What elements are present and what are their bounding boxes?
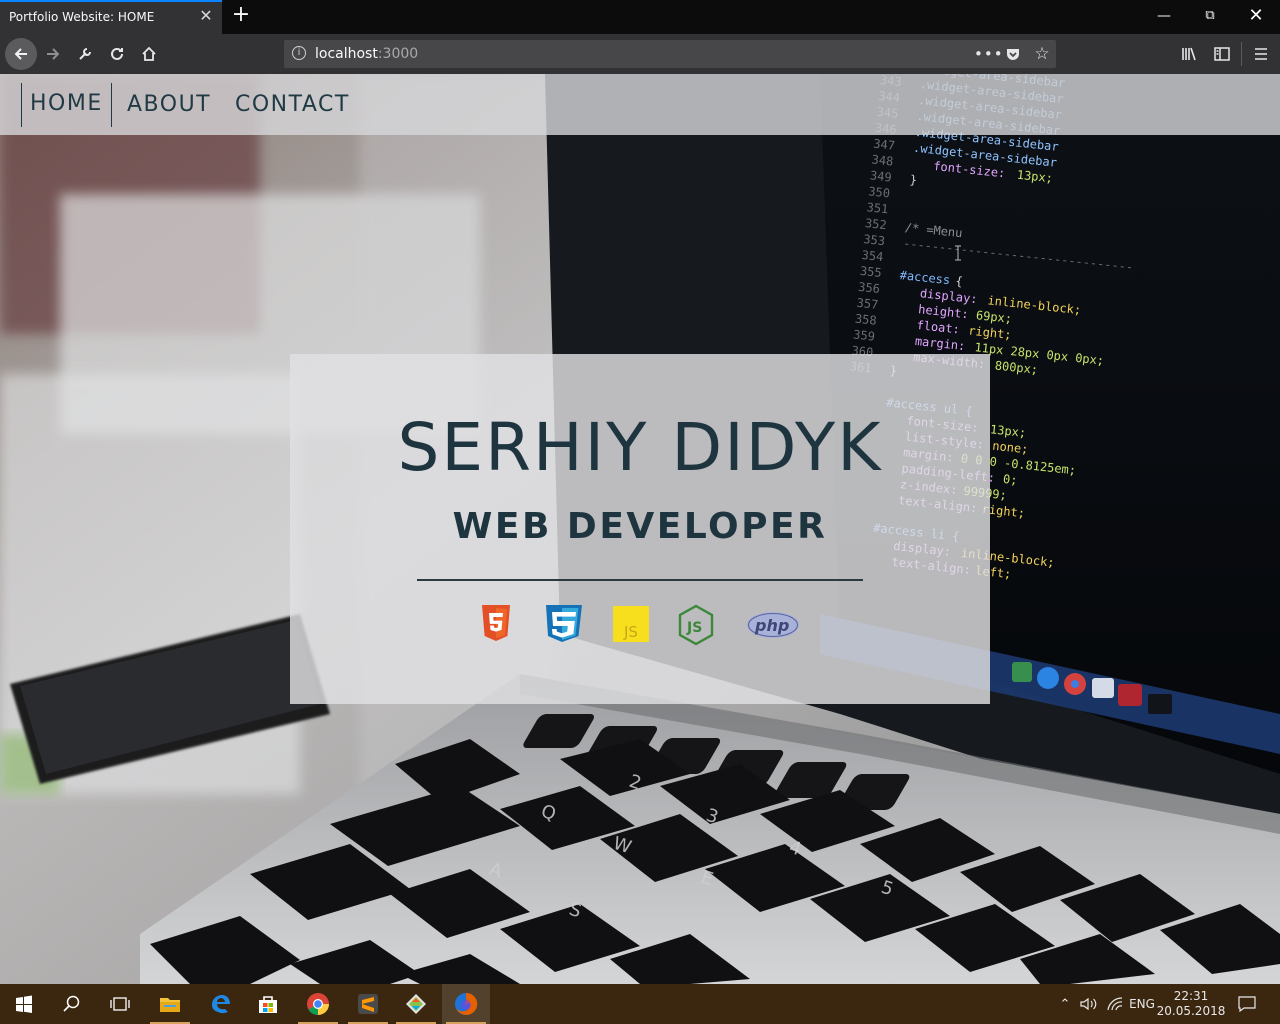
browser-tab-bar: Portfolio Website: HOME ✕ + — ⧉ ✕ <box>0 0 1280 34</box>
tab-title: Portfolio Website: HOME <box>9 10 155 24</box>
url-text[interactable]: localhost:3000 <box>315 46 418 62</box>
bookmark-star-icon[interactable]: ☆ <box>1030 42 1054 66</box>
svg-text:JS: JS <box>686 620 702 636</box>
svg-text:356: 356 <box>858 280 881 296</box>
site-navigation: HOME ABOUT CONTACT <box>0 74 1280 135</box>
clock-date: 20.05.2018 <box>1156 1004 1226 1018</box>
firefox-icon[interactable] <box>442 984 490 1024</box>
sidebar-icon[interactable] <box>1207 39 1237 69</box>
nodejs-icon: JS <box>678 604 714 646</box>
svg-text:359: 359 <box>853 327 876 343</box>
hero-role: WEB DEVELOPER <box>452 506 828 547</box>
url-bar[interactable]: i localhost:3000 ••• ☆ <box>284 40 1056 68</box>
nav-link-contact[interactable]: CONTACT <box>235 92 350 117</box>
sublime-icon[interactable] <box>344 984 392 1024</box>
volume-icon[interactable] <box>1078 984 1100 1024</box>
windows-taskbar: ⌃ ENG 22:31 20.05.2018 <box>0 984 1280 1024</box>
language-indicator[interactable]: ENG <box>1127 984 1157 1024</box>
svg-text:350: 350 <box>868 184 891 200</box>
svg-text:347: 347 <box>873 137 896 153</box>
store-icon[interactable] <box>244 984 292 1024</box>
html5-icon <box>482 605 510 641</box>
svg-text:349: 349 <box>869 168 892 184</box>
nav-link-home[interactable]: HOME <box>21 83 112 127</box>
svg-text:352: 352 <box>864 216 887 232</box>
nav-link-about[interactable]: ABOUT <box>127 92 211 117</box>
browser-toolbar: i localhost:3000 ••• ☆ <box>0 34 1280 74</box>
css3-icon <box>546 605 582 642</box>
svg-text:353: 353 <box>863 232 886 248</box>
minimize-button[interactable]: — <box>1141 0 1187 34</box>
svg-text:JS: JS <box>623 623 638 641</box>
action-center-icon[interactable] <box>1232 984 1262 1024</box>
svg-text:php: php <box>754 616 789 635</box>
svg-text:}: } <box>909 173 918 188</box>
javascript-icon: JS <box>613 606 649 642</box>
hero-card: SERHIY DIDYK WEB DEVELOPER JS JS php <box>290 354 990 704</box>
back-button[interactable] <box>5 38 37 70</box>
task-view-icon[interactable] <box>96 984 144 1024</box>
clock[interactable]: 22:31 20.05.2018 <box>1157 984 1226 1024</box>
svg-text:0;: 0; <box>1002 472 1018 487</box>
restore-button[interactable]: ⧉ <box>1187 0 1233 34</box>
edge-icon[interactable] <box>196 984 244 1024</box>
hamburger-menu-icon[interactable] <box>1246 39 1276 69</box>
home-icon <box>142 46 156 61</box>
forward-arrow-icon <box>47 48 60 60</box>
php-icon: php <box>747 612 799 638</box>
page-actions-icon[interactable]: ••• <box>974 42 1003 66</box>
svg-text:351: 351 <box>866 200 889 216</box>
close-window-button[interactable]: ✕ <box>1233 0 1279 34</box>
tab-close-icon[interactable]: ✕ <box>198 9 214 25</box>
git-icon[interactable] <box>392 984 440 1024</box>
wifi-icon[interactable] <box>1103 984 1125 1024</box>
svg-text:354: 354 <box>861 248 884 264</box>
search-icon[interactable] <box>48 984 96 1024</box>
svg-text:{: { <box>955 274 964 289</box>
reload-icon <box>111 47 123 60</box>
library-icon[interactable] <box>1175 39 1205 69</box>
chrome-icon[interactable] <box>294 984 342 1024</box>
toolbar-separator <box>1241 42 1242 66</box>
active-tab[interactable]: Portfolio Website: HOME ✕ <box>0 0 222 34</box>
svg-text:357: 357 <box>856 296 879 312</box>
svg-text:348: 348 <box>871 152 894 168</box>
page-viewport: 342.widget-area-sidebar 343.widget-area-… <box>0 74 1280 984</box>
forward-button[interactable] <box>38 39 68 69</box>
show-hidden-icons-chevron-icon[interactable]: ⌃ <box>1055 984 1075 1024</box>
start-icon[interactable] <box>0 984 48 1024</box>
svg-text:355: 355 <box>859 264 882 280</box>
wrench-icon[interactable] <box>70 39 100 69</box>
reload-button[interactable] <box>102 39 132 69</box>
new-tab-button[interactable]: + <box>230 4 252 27</box>
hero-divider <box>417 579 863 581</box>
site-info-icon[interactable]: i <box>292 46 306 60</box>
back-arrow-icon <box>14 48 27 60</box>
pocket-icon[interactable] <box>1001 42 1025 66</box>
home-button[interactable] <box>134 39 164 69</box>
clock-time: 22:31 <box>1173 989 1209 1003</box>
file-explorer-icon[interactable] <box>146 984 194 1024</box>
svg-text:358: 358 <box>854 312 877 328</box>
hero-name: SERHIY DIDYK <box>397 409 883 486</box>
